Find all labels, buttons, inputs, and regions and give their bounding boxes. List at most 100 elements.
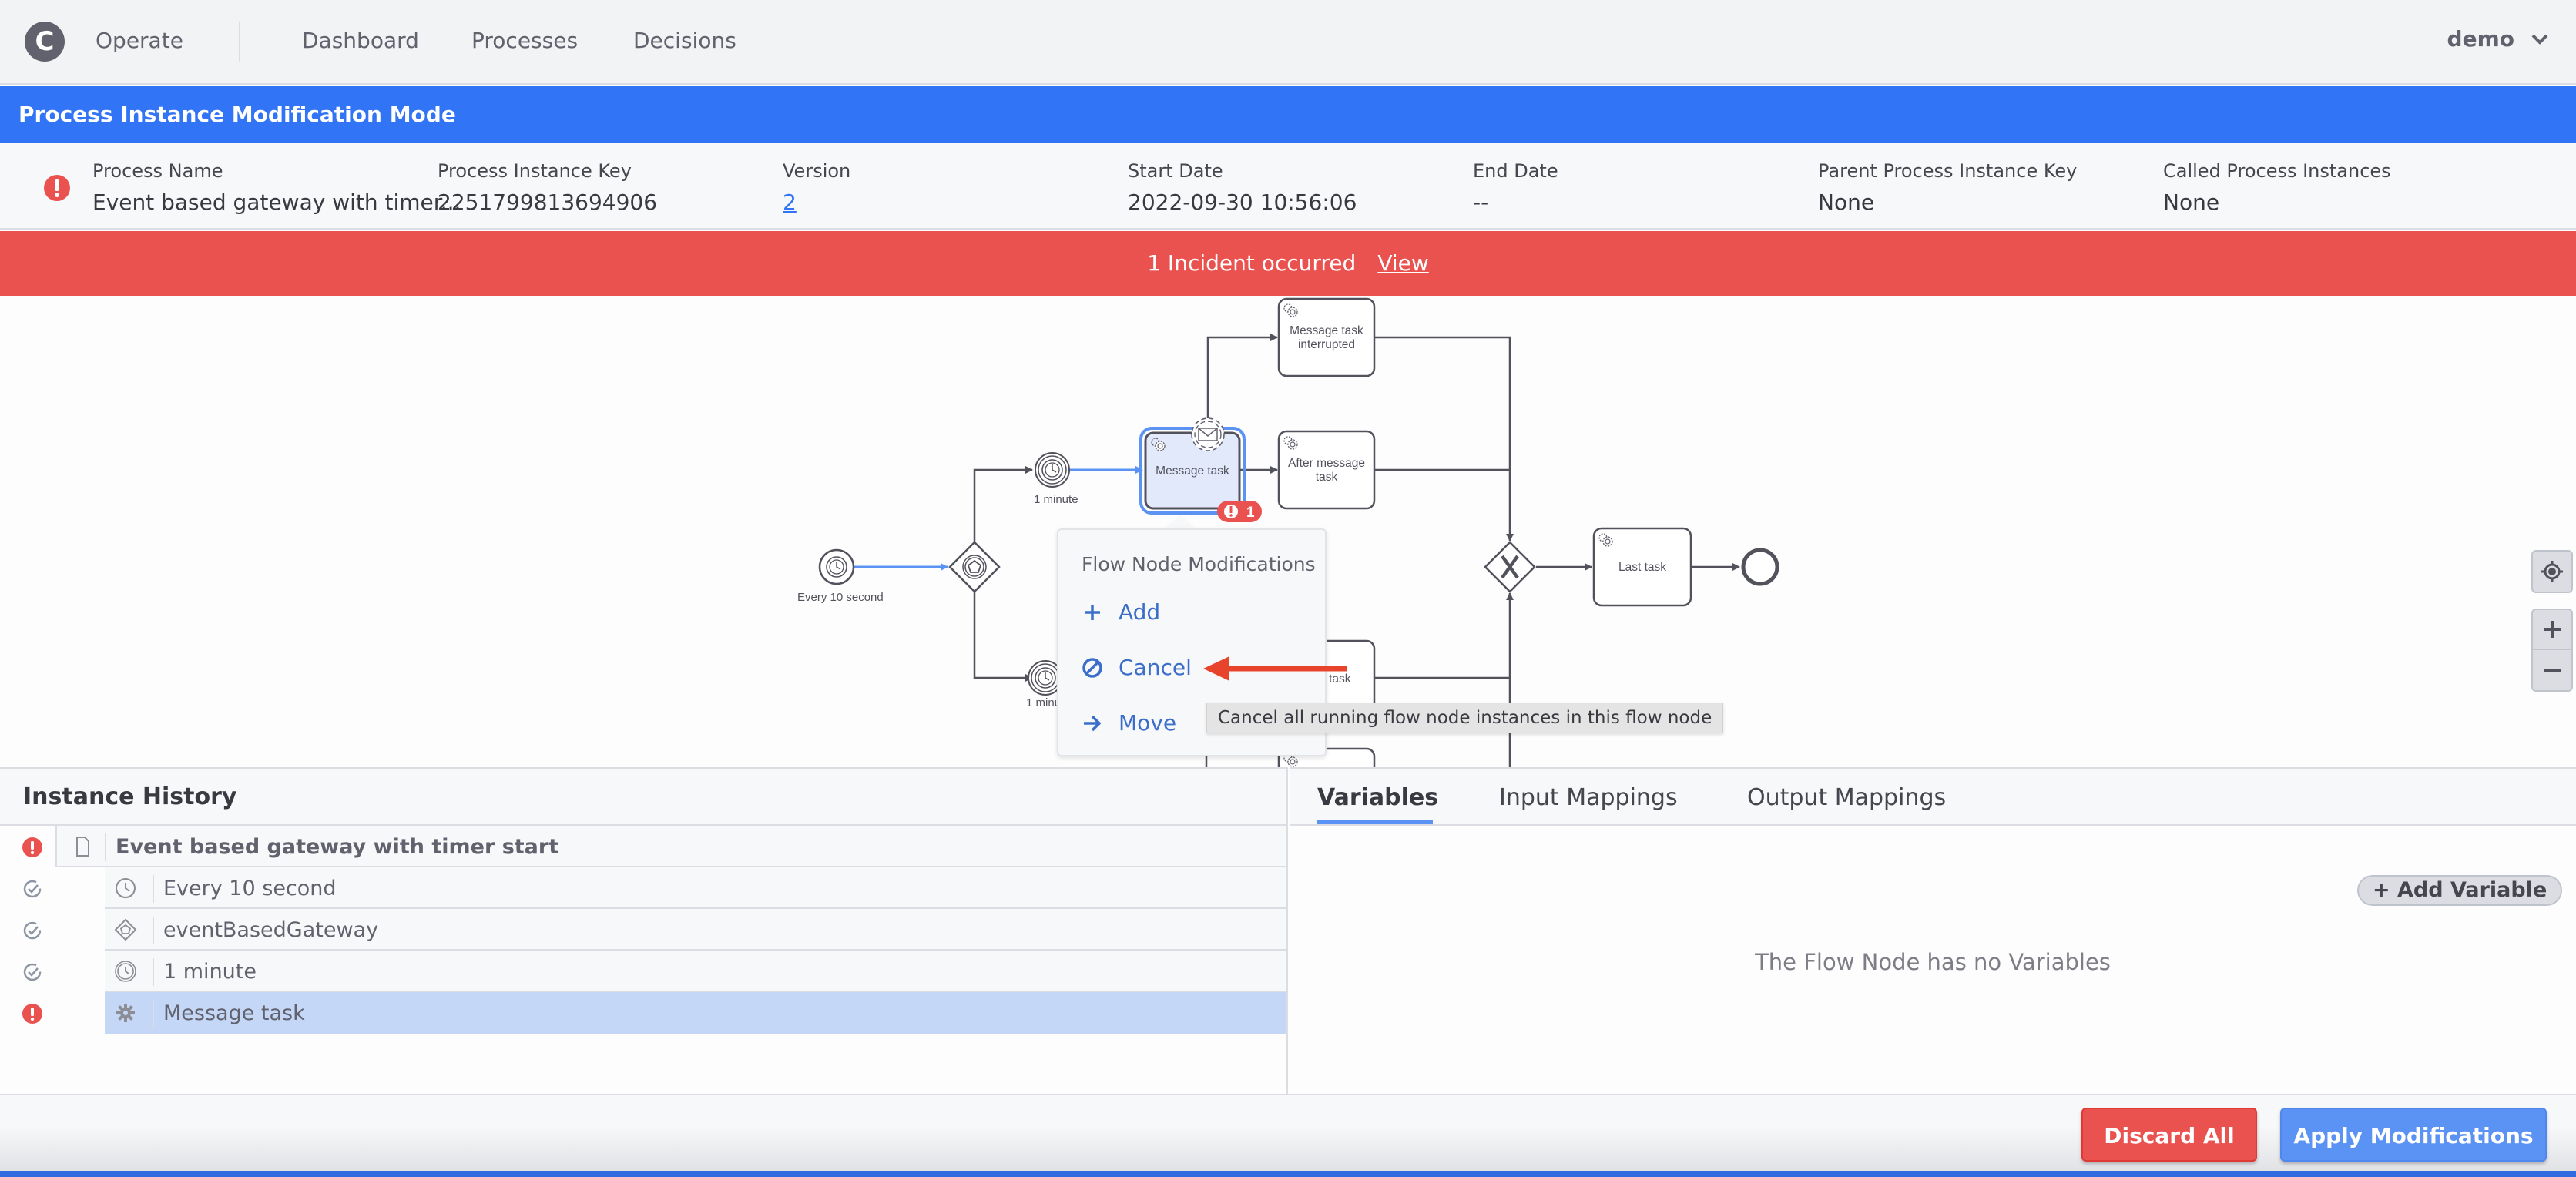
- separator: [153, 917, 154, 944]
- active-tab-indicator: [1317, 820, 1433, 824]
- after-message-task-node[interactable]: After message task: [1277, 430, 1376, 510]
- cancel-label: Cancel: [1119, 655, 1192, 680]
- bottom-accent-strip: [0, 1171, 2576, 1177]
- info-end-date: End Date --: [1473, 160, 1558, 215]
- history-label: Every 10 second: [163, 877, 337, 900]
- document-icon: [76, 837, 89, 857]
- timer-icon: [116, 878, 136, 898]
- variables-panel: Variables Input Mappings Output Mappings…: [1290, 767, 2576, 1094]
- timer-event-1-minute[interactable]: [1035, 452, 1070, 488]
- start-timer-event[interactable]: [818, 548, 855, 585]
- separator: [105, 833, 106, 861]
- history-label: Event based gateway with timer start: [116, 835, 559, 859]
- view-incidents-link[interactable]: View: [1377, 250, 1428, 276]
- modification-mode-banner: Process Instance Modification Mode: [0, 86, 2576, 143]
- message-task-interrupted-node[interactable]: Message task interrupted: [1277, 297, 1376, 377]
- service-task-icon: [116, 1004, 135, 1022]
- history-row-process[interactable]: Event based gateway with timer start: [0, 826, 1286, 867]
- flow-gateway-to-timer1: [973, 466, 1033, 544]
- info-parent-key: Parent Process Instance Key None: [1818, 160, 2077, 215]
- plus-icon: [1085, 604, 1100, 620]
- add-variable-button[interactable]: + Add Variable: [2357, 875, 2563, 906]
- info-label: Called Process Instances: [2163, 160, 2391, 182]
- tab-output-mappings[interactable]: Output Mappings: [1747, 784, 1946, 811]
- completed-check-icon: [23, 880, 42, 898]
- history-cell: Event based gateway with timer start: [55, 826, 1286, 867]
- chevron-down-icon: [2531, 34, 2548, 45]
- history-row-message-task[interactable]: Message task: [0, 992, 1286, 1034]
- nav-decisions[interactable]: Decisions: [633, 28, 736, 53]
- incident-badge-count: 1: [1246, 505, 1255, 521]
- user-name: demo: [2447, 26, 2514, 52]
- incident-count-text: 1 Incident occurred: [1147, 250, 1357, 276]
- tab-variables[interactable]: Variables: [1317, 784, 1438, 811]
- info-process-name: Process Name Event based gateway with ti…: [92, 160, 461, 215]
- exclusive-gateway[interactable]: [1484, 541, 1536, 593]
- message-task-node[interactable]: Message task: [1139, 427, 1246, 515]
- reset-zoom-control: [2531, 550, 2573, 593]
- app-name-link[interactable]: Operate: [96, 28, 183, 53]
- history-row-timer[interactable]: 1 minute: [0, 951, 1286, 992]
- timer-icon: [826, 556, 847, 578]
- info-label: Parent Process Instance Key: [1818, 160, 2078, 182]
- nav-dashboard[interactable]: Dashboard: [302, 28, 419, 53]
- zoom-in-button[interactable]: [2533, 610, 2571, 650]
- info-label: End Date: [1473, 160, 1558, 182]
- incident-banner: 1 Incident occurred View: [0, 231, 2576, 296]
- user-menu[interactable]: demo: [2447, 26, 2548, 52]
- intermediate-timer-icon: [115, 961, 136, 982]
- flow-boundary-to-interrupted: [1206, 334, 1278, 420]
- task-label-line2: interrupted: [1298, 338, 1355, 351]
- history-cell: Every 10 second: [105, 867, 1286, 909]
- info-start-date: Start Date 2022-09-30 10:56:06: [1128, 160, 1357, 215]
- start-timer-label: Every 10 second: [797, 591, 884, 604]
- move-modification-button[interactable]: Move: [1082, 710, 1176, 736]
- nav-processes[interactable]: Processes: [471, 28, 578, 53]
- event-based-gateway[interactable]: [948, 541, 1001, 593]
- info-label: Start Date: [1128, 160, 1223, 182]
- version-link[interactable]: 2: [783, 189, 850, 215]
- task-label: Message task: [1156, 464, 1229, 478]
- history-cell: 1 minute: [105, 951, 1286, 992]
- zoom-out-button[interactable]: [2533, 650, 2571, 690]
- info-version: Version 2: [783, 160, 850, 215]
- timer-icon: [1035, 667, 1056, 689]
- history-row-start-timer[interactable]: Every 10 second: [0, 867, 1286, 909]
- tab-input-mappings[interactable]: Input Mappings: [1499, 784, 1678, 811]
- info-value: 2251799813694906: [438, 189, 658, 215]
- task-label: Last task: [1618, 561, 1666, 574]
- task-label-line1: After message: [1288, 457, 1365, 470]
- crosshair-icon: [2541, 561, 2563, 582]
- end-event[interactable]: [1741, 548, 1779, 586]
- task-label-line2: task: [1316, 471, 1338, 484]
- variables-tabs: Variables Input Mappings Output Mappings: [1290, 769, 2576, 826]
- history-row-gateway[interactable]: eventBasedGateway: [0, 909, 1286, 951]
- reset-zoom-button[interactable]: [2533, 552, 2571, 592]
- zoom-controls: [2531, 609, 2573, 692]
- last-task-node[interactable]: Last task: [1592, 527, 1692, 607]
- history-label: eventBasedGateway: [163, 918, 379, 942]
- timer-2-label: 1 minu: [1026, 696, 1061, 709]
- cancel-modification-button[interactable]: Cancel: [1082, 655, 1192, 680]
- flow-gateway-to-timer2: [973, 590, 1033, 682]
- header-divider: [239, 22, 240, 62]
- info-instance-key: Process Instance Key 2251799813694906: [438, 160, 657, 215]
- info-label: Process Name: [92, 160, 223, 182]
- discard-all-button[interactable]: Discard All: [2081, 1108, 2257, 1162]
- info-label: Process Instance Key: [438, 160, 632, 182]
- timer-icon: [1041, 459, 1063, 481]
- info-label: Version: [783, 160, 851, 182]
- instance-history-panel: Instance History Event based gateway wit…: [0, 767, 1288, 1094]
- popover-title: Flow Node Modifications: [1082, 553, 1316, 575]
- message-boundary-event[interactable]: [1191, 417, 1225, 451]
- info-value: None: [1818, 189, 1875, 215]
- completed-check-icon: [23, 921, 42, 940]
- history-label: 1 minute: [163, 960, 257, 984]
- cancel-icon: [1082, 657, 1102, 678]
- task-label-line1: Message task: [1290, 324, 1363, 337]
- camunda-logo[interactable]: C: [25, 22, 65, 62]
- incident-state-icon: [44, 175, 70, 201]
- incident-icon: [22, 837, 42, 857]
- apply-modifications-button[interactable]: Apply Modifications: [2280, 1108, 2547, 1162]
- add-modification-button[interactable]: Add: [1082, 599, 1160, 625]
